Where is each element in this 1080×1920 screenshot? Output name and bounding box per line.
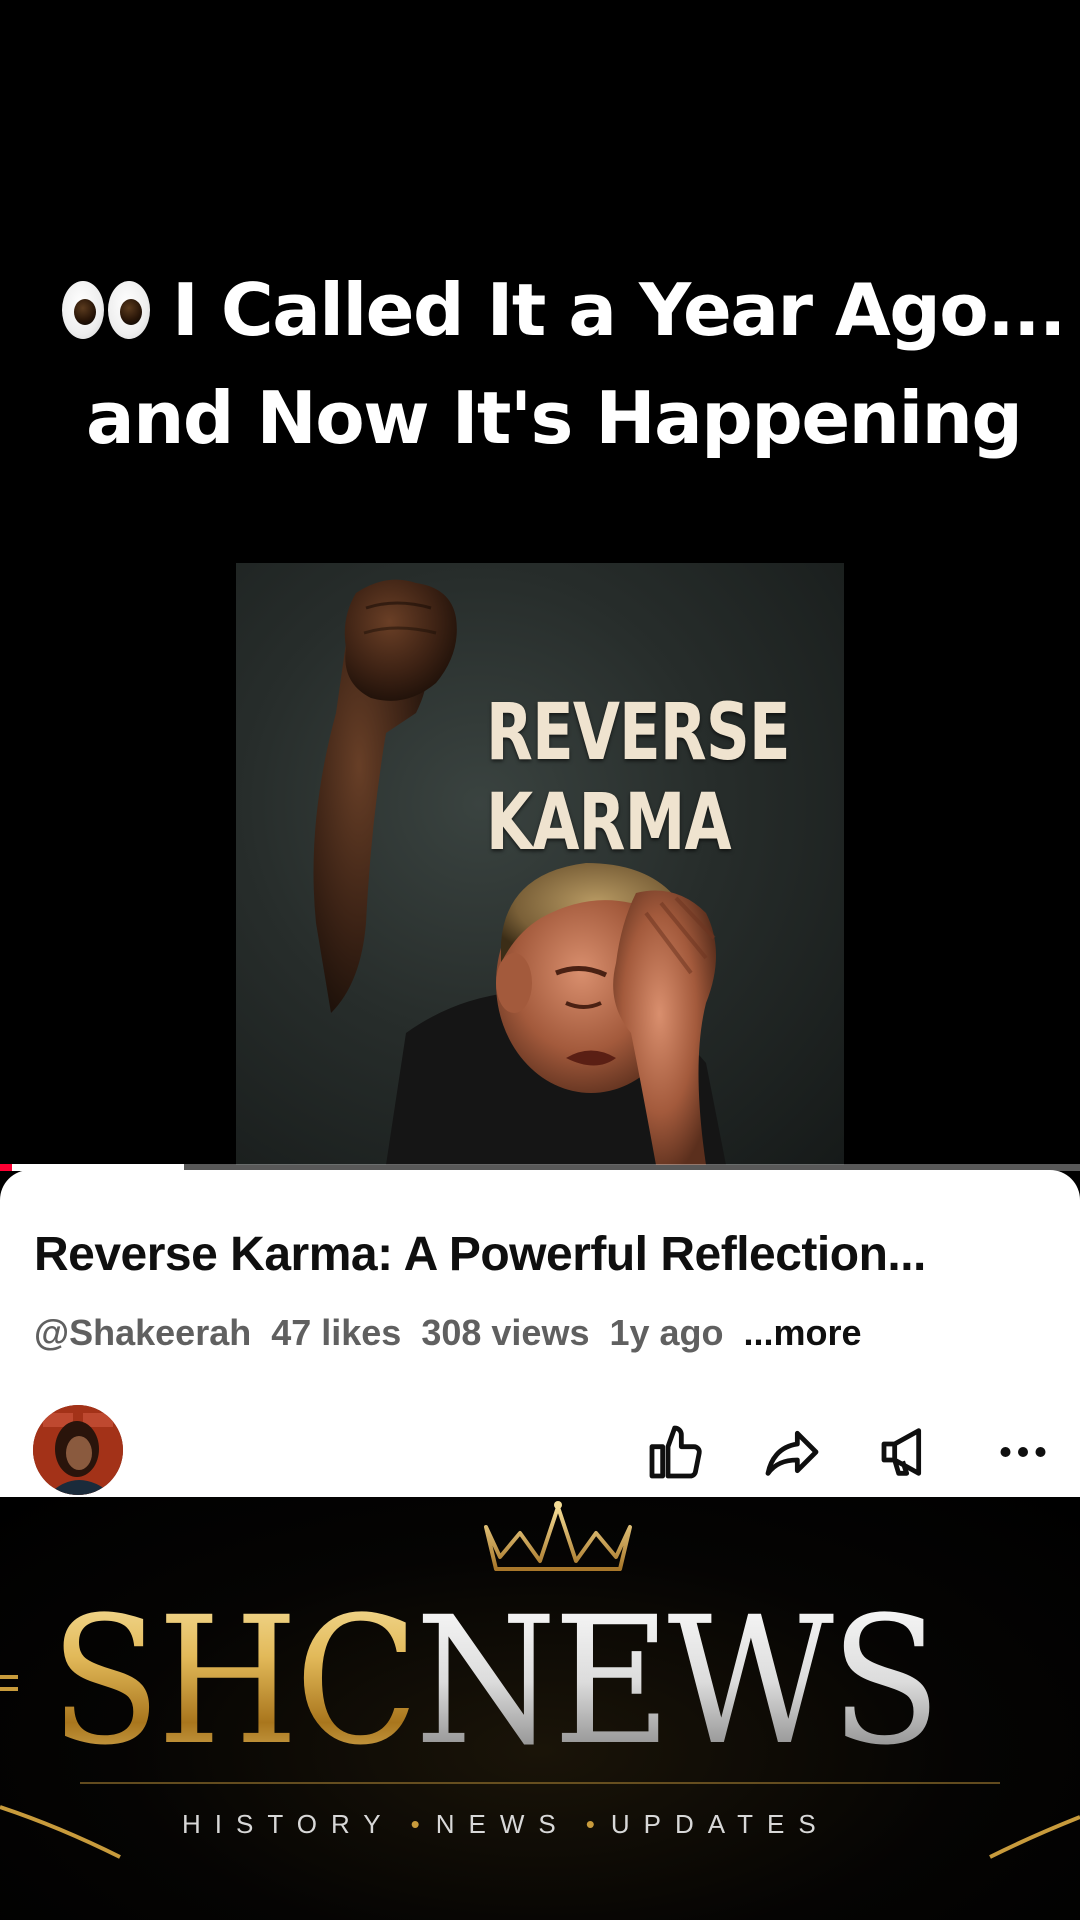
- channel-avatar[interactable]: [33, 1405, 123, 1495]
- video-info-panel: Reverse Karma: A Powerful Reflection... …: [0, 1170, 1080, 1497]
- brand-tagline: HISTORY • NEWS • UPDATES: [182, 1809, 830, 1840]
- caption-line-2: and Now It's Happening: [86, 376, 1023, 460]
- caption-text-1: I Called It a Year Ago...: [172, 268, 1066, 352]
- more-link[interactable]: ...more: [744, 1312, 862, 1354]
- megaphone-icon: [881, 1428, 922, 1476]
- brand-banner: SHCNEWS HISTORY • NEWS • UPDATES: [0, 1497, 1080, 1920]
- video-thumbnail-art[interactable]: REVERSE KARMA: [236, 563, 844, 1165]
- upload-age: 1y ago: [609, 1312, 724, 1353]
- brand-logo-news: NEWS: [414, 1579, 941, 1784]
- thumbnail-title: REVERSE KARMA: [486, 688, 791, 868]
- share-button[interactable]: [752, 1412, 832, 1492]
- view-count: 308 views: [421, 1312, 590, 1353]
- like-count: 47 likes: [271, 1312, 402, 1353]
- share-arrow-icon: [765, 1430, 819, 1476]
- tagline-history: HISTORY: [182, 1809, 395, 1839]
- avatar-image: [33, 1405, 123, 1495]
- video-meta-row: @Shakeerah 47 likes 308 views 1y ago ...…: [34, 1312, 862, 1354]
- thumbnail-title-line-2: KARMA: [486, 778, 732, 868]
- video-title[interactable]: Reverse Karma: A Powerful Reflection...: [34, 1227, 1054, 1282]
- tagline-separator: •: [585, 1809, 595, 1839]
- tagline-separator: •: [410, 1809, 420, 1839]
- brand-logo-text: SHCNEWS: [50, 1587, 941, 1777]
- more-dots-icon: [1000, 1447, 1046, 1457]
- thumbnail-title-line-1: REVERSE: [486, 688, 791, 778]
- more-options-button[interactable]: [983, 1412, 1063, 1492]
- crown-icon: [484, 1501, 632, 1579]
- eyes-emoji-icon: [62, 281, 150, 339]
- caption-line-1: I Called It a Year Ago...: [62, 255, 1066, 365]
- thumbs-up-icon: [649, 1425, 702, 1479]
- like-button[interactable]: [636, 1412, 716, 1492]
- promote-button[interactable]: [868, 1412, 948, 1492]
- channel-handle[interactable]: @Shakeerah: [34, 1312, 251, 1354]
- brand-logo-shc: SHC: [50, 1579, 419, 1784]
- tagline-updates: UPDATES: [610, 1809, 830, 1839]
- tagline-news: NEWS: [435, 1809, 570, 1839]
